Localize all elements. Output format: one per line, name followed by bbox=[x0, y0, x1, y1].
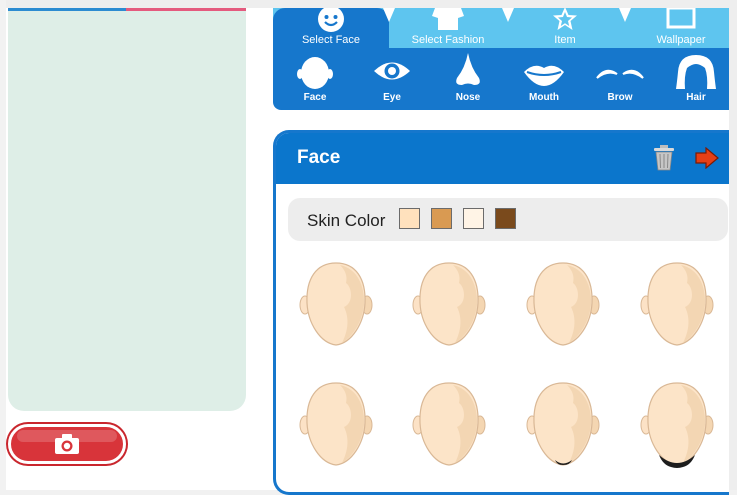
panel-header: Face bbox=[276, 133, 729, 184]
feature-label: Mouth bbox=[529, 92, 559, 103]
face-option[interactable] bbox=[523, 261, 603, 351]
face-shape-icon bbox=[526, 382, 600, 466]
feature-label: Hair bbox=[686, 92, 706, 103]
mouth-icon bbox=[524, 65, 564, 86]
face-options-panel: Face Skin Color bbox=[273, 130, 729, 495]
face-shape-icon bbox=[640, 382, 714, 468]
feature-brow[interactable]: Brow bbox=[590, 48, 650, 110]
face-option[interactable] bbox=[296, 261, 376, 351]
avatar-preview-panel bbox=[8, 11, 246, 411]
tab-item[interactable]: Item bbox=[507, 8, 623, 48]
tab-label: Wallpaper bbox=[656, 34, 706, 46]
face-shape-icon bbox=[412, 262, 486, 346]
tab-select-fashion[interactable]: Select Fashion bbox=[389, 8, 507, 48]
skin-swatch-tan[interactable] bbox=[431, 208, 452, 229]
smiley-icon bbox=[318, 8, 344, 32]
face-option[interactable] bbox=[409, 381, 489, 471]
face-outline-icon bbox=[297, 57, 333, 89]
frame-left-edge bbox=[0, 0, 6, 495]
feature-label: Eye bbox=[383, 92, 401, 103]
feature-face[interactable]: Face bbox=[285, 48, 345, 110]
face-shape-icon bbox=[299, 382, 373, 466]
star-icon bbox=[553, 8, 577, 30]
tab-wallpaper[interactable]: Wallpaper bbox=[623, 8, 729, 48]
face-option[interactable] bbox=[637, 381, 717, 471]
feature-nose[interactable]: Nose bbox=[438, 48, 498, 110]
frame-top-edge bbox=[0, 0, 737, 8]
feature-eye[interactable]: Eye bbox=[362, 48, 422, 110]
skin-swatch-light[interactable] bbox=[399, 208, 420, 229]
skin-swatch-pale[interactable] bbox=[463, 208, 484, 229]
feature-hair[interactable]: Hair bbox=[666, 48, 726, 110]
camera-icon bbox=[55, 434, 79, 454]
skin-color-label: Skin Color bbox=[307, 211, 386, 230]
face-shape-icon bbox=[412, 382, 486, 466]
hair-icon bbox=[676, 55, 716, 89]
tab-label: Item bbox=[554, 34, 576, 46]
feature-label: Brow bbox=[607, 92, 633, 103]
feature-mouth[interactable]: Mouth bbox=[514, 48, 574, 110]
camera-button[interactable] bbox=[8, 424, 126, 464]
tab-label: Select Face bbox=[301, 34, 361, 46]
face-option[interactable] bbox=[296, 381, 376, 471]
trash-icon[interactable] bbox=[653, 145, 675, 171]
feature-icon-bar: Face Eye Nose Mouth Brow Hair bbox=[273, 48, 729, 110]
face-option[interactable] bbox=[523, 381, 603, 471]
face-option[interactable] bbox=[637, 261, 717, 351]
panel-title: Face bbox=[297, 147, 341, 168]
nose-icon bbox=[456, 53, 480, 85]
face-shape-icon bbox=[526, 262, 600, 346]
skin-color-row: Skin Color bbox=[288, 198, 728, 241]
app-frame: Select Face Select Fashion Item Wallpape… bbox=[0, 0, 737, 495]
face-option[interactable] bbox=[409, 261, 489, 351]
skin-swatch-brown[interactable] bbox=[495, 208, 516, 229]
tab-label: Select Fashion bbox=[411, 34, 485, 46]
feature-label: Face bbox=[303, 92, 327, 103]
face-shape-icon bbox=[640, 262, 714, 346]
frame-right-edge bbox=[729, 0, 737, 495]
next-arrow-icon[interactable] bbox=[695, 147, 719, 169]
feature-label: Nose bbox=[455, 92, 481, 103]
face-shape-icon bbox=[299, 262, 373, 346]
eye-icon bbox=[374, 62, 410, 80]
category-tabs: Select Face Select Fashion Item Wallpape… bbox=[273, 8, 729, 48]
shirt-icon bbox=[432, 8, 464, 30]
picture-frame-icon bbox=[666, 8, 696, 29]
tab-select-face[interactable]: Select Face bbox=[273, 8, 389, 48]
brow-icon bbox=[596, 69, 644, 79]
